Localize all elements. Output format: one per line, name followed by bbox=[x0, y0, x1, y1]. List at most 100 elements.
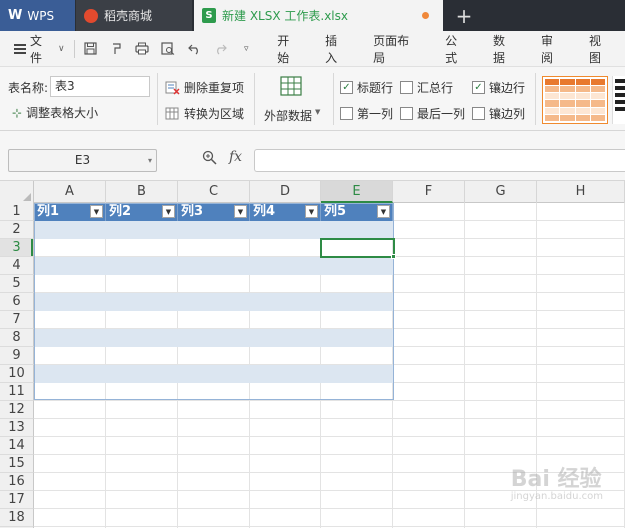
tab-page-layout[interactable]: 页面布局 bbox=[361, 31, 433, 67]
table-name-label: 表名称: bbox=[8, 81, 49, 95]
row-header-4[interactable]: 4 bbox=[0, 257, 34, 275]
table-header-cell[interactable]: 列2 ▼ bbox=[106, 203, 178, 221]
tab-active-document[interactable]: S 新建 XLSX 工作表.xlsx bbox=[194, 0, 443, 31]
row-header-7[interactable]: 7 bbox=[0, 311, 34, 329]
first-column-label: 第一列 bbox=[357, 107, 394, 121]
tab-review[interactable]: 审阅 bbox=[529, 31, 577, 67]
row-header-13[interactable]: 13 bbox=[0, 419, 34, 437]
filter-dropdown-icon[interactable]: ▼ bbox=[162, 205, 175, 218]
column-header-f[interactable]: F bbox=[393, 181, 465, 203]
total-row-label: 汇总行 bbox=[417, 81, 454, 95]
tab-home[interactable]: 开始 bbox=[265, 31, 313, 67]
formula-input[interactable] bbox=[254, 149, 625, 172]
select-all-button[interactable] bbox=[0, 181, 34, 203]
banded-rows-label: 镶边行 bbox=[489, 81, 526, 95]
row-header-3[interactable]: 3 bbox=[0, 239, 34, 257]
convert-to-range-button[interactable]: 转换为区域 bbox=[165, 105, 244, 122]
column-header-b[interactable]: B bbox=[106, 181, 178, 203]
table-header-label: 列4 bbox=[253, 204, 276, 219]
watermark-main: Bai 经验 bbox=[510, 467, 602, 492]
watermark-sub: jingyan.baidu.com bbox=[510, 491, 603, 502]
tab-wps-home[interactable]: W WPS bbox=[0, 0, 75, 31]
fill-handle[interactable] bbox=[391, 254, 396, 259]
row-header-14[interactable]: 14 bbox=[0, 437, 34, 455]
insert-function-button[interactable]: fx bbox=[229, 149, 242, 165]
checkbox-unchecked-icon bbox=[400, 81, 413, 94]
filter-dropdown-icon[interactable]: ▼ bbox=[234, 205, 247, 218]
filter-dropdown-icon[interactable]: ▼ bbox=[305, 205, 318, 218]
name-box[interactable]: E3 ▾ bbox=[8, 149, 157, 172]
ribbon-divider bbox=[157, 73, 158, 125]
filter-dropdown-icon[interactable]: ▼ bbox=[377, 205, 390, 218]
table-band-row bbox=[34, 329, 394, 347]
column-header-c[interactable]: C bbox=[178, 181, 250, 203]
row-header-12[interactable]: 12 bbox=[0, 401, 34, 419]
table-header-cell[interactable]: 列4 ▼ bbox=[250, 203, 321, 221]
row-header-9[interactable]: 9 bbox=[0, 347, 34, 365]
tab-active-label: 新建 XLSX 工作表.xlsx bbox=[222, 9, 348, 23]
column-header-h[interactable]: H bbox=[537, 181, 625, 203]
remove-duplicates-button[interactable]: 删除重复项 bbox=[165, 79, 244, 96]
row-header-2[interactable]: 2 bbox=[0, 221, 34, 239]
resize-table-button[interactable]: ⊹ 调整表格大小 bbox=[12, 104, 98, 121]
menu-bar: 文件 ∨ ▿ 开始 插入 页面布局 公式 数据 审阅 视图 bbox=[0, 31, 625, 67]
format-painter-icon[interactable] bbox=[103, 31, 129, 67]
row-header-17[interactable]: 17 bbox=[0, 491, 34, 509]
row-header-11[interactable]: 11 bbox=[0, 383, 34, 401]
print-icon[interactable] bbox=[129, 31, 155, 67]
external-data-button[interactable]: 外部数据 ▼ bbox=[262, 75, 326, 125]
table-style-black[interactable] bbox=[612, 76, 625, 124]
ribbon-divider bbox=[333, 73, 334, 125]
table-header-cell[interactable]: 列1 ▼ bbox=[34, 203, 106, 221]
total-row-checkbox[interactable]: 汇总行 bbox=[400, 79, 453, 96]
remove-duplicates-label: 删除重复项 bbox=[184, 81, 245, 95]
file-menu-label: 文件 bbox=[29, 33, 42, 65]
header-row-checkbox[interactable]: ✓ 标题行 bbox=[340, 79, 393, 96]
column-header-d[interactable]: D bbox=[250, 181, 321, 203]
resize-table-label: 调整表格大小 bbox=[26, 106, 99, 120]
quick-access-dropdown-icon[interactable]: ▿ bbox=[233, 31, 259, 67]
table-style-orange[interactable] bbox=[542, 76, 608, 124]
banded-rows-checkbox[interactable]: ✓ 镶边行 bbox=[472, 79, 525, 96]
tab-data[interactable]: 数据 bbox=[481, 31, 529, 67]
hamburger-icon bbox=[14, 43, 26, 54]
row-header-5[interactable]: 5 bbox=[0, 275, 34, 293]
row-header-18[interactable]: 18 bbox=[0, 509, 34, 527]
table-header-label: 列2 bbox=[109, 204, 132, 219]
file-menu-button[interactable]: 文件 ∨ bbox=[0, 31, 71, 67]
first-column-checkbox[interactable]: 第一列 bbox=[340, 105, 393, 122]
unsaved-dot-icon bbox=[422, 12, 429, 19]
last-column-checkbox[interactable]: 最后一列 bbox=[400, 105, 465, 122]
print-preview-icon[interactable] bbox=[155, 31, 181, 67]
header-row-label: 标题行 bbox=[357, 81, 394, 95]
row-header-1[interactable]: 1 bbox=[0, 203, 34, 221]
redo-icon[interactable] bbox=[207, 31, 233, 67]
banded-columns-checkbox[interactable]: 镶边列 bbox=[472, 105, 525, 122]
row-header-8[interactable]: 8 bbox=[0, 329, 34, 347]
tab-view[interactable]: 视图 bbox=[577, 31, 625, 67]
row-header-15[interactable]: 15 bbox=[0, 455, 34, 473]
row-header-16[interactable]: 16 bbox=[0, 473, 34, 491]
active-cell-e3[interactable] bbox=[320, 238, 395, 258]
table-header-cell[interactable]: 列5 ▼ bbox=[321, 203, 393, 221]
new-tab-button[interactable]: + bbox=[449, 0, 479, 31]
column-header-g[interactable]: G bbox=[465, 181, 537, 203]
save-icon[interactable] bbox=[78, 31, 104, 67]
table-name-input[interactable]: 表3 bbox=[50, 76, 150, 97]
spreadsheet-grid[interactable]: ABCDEFGH 12345678910111213141516171819 列… bbox=[0, 181, 625, 528]
row-header-6[interactable]: 6 bbox=[0, 293, 34, 311]
checkbox-unchecked-icon bbox=[472, 107, 485, 120]
table-header-cell[interactable]: 列3 ▼ bbox=[178, 203, 250, 221]
row-header-10[interactable]: 10 bbox=[0, 365, 34, 383]
filter-dropdown-icon[interactable]: ▼ bbox=[90, 205, 103, 218]
tab-insert[interactable]: 插入 bbox=[313, 31, 361, 67]
undo-icon[interactable] bbox=[181, 31, 207, 67]
tab-formulas[interactable]: 公式 bbox=[433, 31, 481, 67]
chevron-down-icon: ∨ bbox=[57, 43, 65, 54]
column-header-a[interactable]: A bbox=[34, 181, 106, 203]
zoom-search-icon[interactable] bbox=[202, 150, 217, 169]
tab-docer-store[interactable]: 稻壳商城 bbox=[76, 0, 192, 31]
table-band-row bbox=[34, 221, 394, 239]
column-header-e[interactable]: E bbox=[321, 181, 393, 203]
window-tab-bar: W WPS 稻壳商城 S 新建 XLSX 工作表.xlsx + bbox=[0, 0, 625, 31]
